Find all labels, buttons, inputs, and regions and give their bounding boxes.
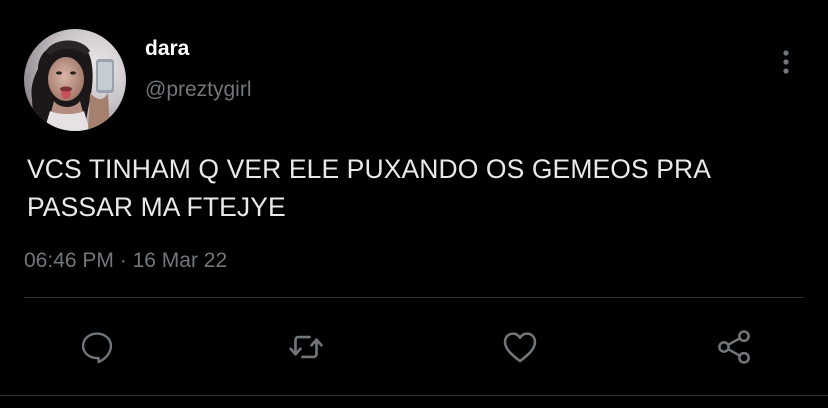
- tweet-timestamp[interactable]: 06:46 PM · 16 Mar 22: [24, 249, 227, 273]
- share-button[interactable]: [712, 325, 756, 369]
- user-handle[interactable]: @preztygirl: [145, 78, 252, 102]
- timestamp-separator: ·: [119, 249, 127, 272]
- heart-icon: [503, 332, 537, 363]
- retweet-button[interactable]: [284, 325, 328, 369]
- divider: [24, 297, 804, 298]
- reply-button[interactable]: [75, 325, 119, 369]
- tweet-card: dara @preztygirl VCS TINHAM Q VER ELE PU…: [0, 0, 828, 408]
- tweet-time: 06:46 PM: [24, 249, 114, 272]
- more-options-button[interactable]: [770, 46, 802, 78]
- reply-icon: [81, 332, 113, 364]
- tweet-date: 16 Mar 22: [132, 249, 228, 272]
- avatar[interactable]: [24, 29, 126, 131]
- more-vertical-icon: [783, 50, 789, 74]
- avatar-photo: [24, 29, 126, 131]
- display-name[interactable]: dara: [145, 37, 189, 61]
- tweet-text: VCS TINHAM Q VER ELE PUXANDO OS GEMEOS P…: [27, 154, 710, 222]
- bottom-divider: [0, 395, 828, 396]
- retweet-icon: [289, 335, 323, 359]
- like-button[interactable]: [498, 325, 542, 369]
- share-icon: [718, 330, 750, 364]
